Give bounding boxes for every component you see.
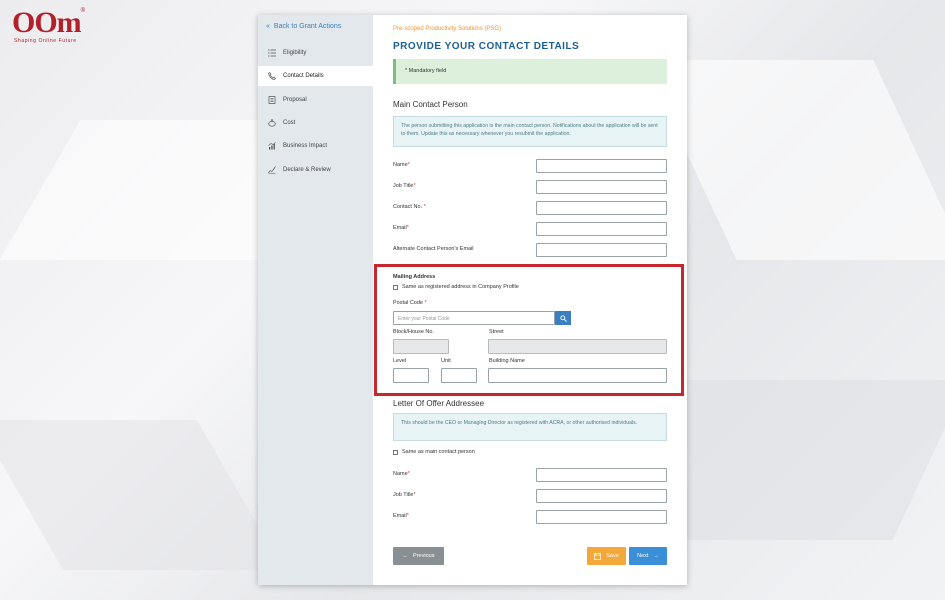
next-button[interactable]: Next →	[629, 547, 667, 565]
contact-no-label: Contact No. *	[393, 204, 426, 210]
job-title-label: Job Title*	[393, 183, 416, 189]
offer-email-input[interactable]	[536, 510, 667, 524]
mandatory-field-notice: * Mandatory field	[393, 59, 667, 84]
breadcrumb: Pre-scoped Productivity Solutions (PSG)	[393, 26, 502, 32]
double-chevron-left-icon: «	[266, 23, 270, 30]
arrow-left-icon: ←	[402, 553, 409, 559]
save-icon	[594, 552, 602, 560]
back-to-grant-actions-link[interactable]: « Back to Grant Actions	[266, 23, 341, 30]
offer-name-input[interactable]	[536, 468, 667, 482]
offer-email-label: Email*	[393, 513, 409, 519]
previous-button[interactable]: ← Previous	[393, 547, 444, 565]
same-as-main-contact-checkbox[interactable]	[393, 449, 398, 455]
alt-email-input[interactable]	[536, 243, 667, 257]
arrow-right-icon: →	[653, 553, 659, 559]
page-title: PROVIDE YOUR CONTACT DETAILS	[393, 41, 580, 52]
offer-name-label: Name*	[393, 471, 410, 477]
alt-email-label: Alternate Contact Person's Email	[393, 246, 474, 252]
phone-icon	[268, 72, 276, 80]
save-button[interactable]: Save	[587, 547, 626, 565]
sidebar-item-cost[interactable]: Cost	[258, 113, 373, 133]
list-icon	[268, 49, 276, 57]
job-title-input[interactable]	[536, 180, 667, 194]
main-contact-heading: Main Contact Person	[393, 100, 468, 109]
sidebar: « Back to Grant Actions Eligibility Cont…	[258, 15, 373, 585]
sidebar-item-contact-details[interactable]: Contact Details	[258, 66, 373, 86]
document-icon	[268, 96, 276, 104]
email-input[interactable]	[536, 222, 667, 236]
letter-of-offer-info: This should be the CEO or Managing Direc…	[393, 413, 667, 441]
name-input[interactable]	[536, 159, 667, 173]
contact-no-input[interactable]	[536, 201, 667, 215]
mailing-address-highlight-box	[374, 264, 684, 396]
chart-icon	[268, 142, 276, 150]
name-label: Name*	[393, 162, 410, 168]
oom-logo: OOm® Shaping Online Future	[12, 6, 86, 45]
sidebar-item-declare-review[interactable]: Declare & Review	[258, 160, 373, 180]
sidebar-item-business-impact[interactable]: Business Impact	[258, 136, 373, 156]
offer-job-title-input[interactable]	[536, 489, 667, 503]
signature-icon	[268, 166, 276, 174]
email-label: Email*	[393, 225, 409, 231]
same-as-main-contact-row[interactable]: Same as main contact person	[393, 449, 475, 455]
piggy-bank-icon	[268, 119, 276, 127]
sidebar-item-proposal[interactable]: Proposal	[258, 90, 373, 110]
offer-job-title-label: Job Title*	[393, 492, 416, 498]
letter-of-offer-heading: Letter Of Offer Addressee	[393, 399, 485, 408]
main-contact-info: The person submitting this application i…	[393, 116, 667, 147]
sidebar-item-eligibility[interactable]: Eligibility	[258, 43, 373, 63]
